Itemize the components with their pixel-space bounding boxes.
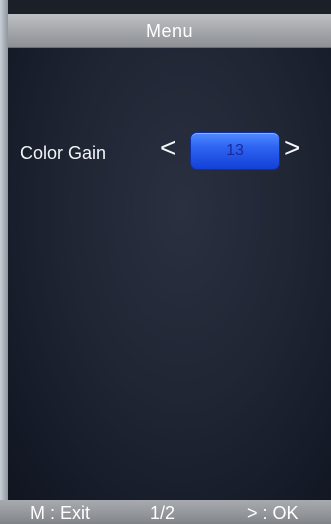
color-gain-setting-row[interactable]: Color Gain < 13 > (20, 130, 320, 174)
menu-header: Menu (8, 14, 331, 48)
color-gain-label: Color Gain (20, 143, 107, 163)
menu-footer: M : Exit 1/2 > : OK (0, 500, 331, 524)
exit-hint[interactable]: M : Exit (30, 503, 90, 524)
page-indicator: 1/2 (150, 503, 176, 523)
device-screen: Menu Color Gain < 13 > M : Exit 1/2 > : … (0, 0, 331, 524)
menu-title: Menu (145, 21, 194, 41)
color-gain-value-box[interactable]: 13 (190, 132, 280, 170)
color-gain-value: 13 (226, 142, 244, 159)
left-arrow-icon[interactable]: < (160, 134, 176, 162)
screen-bezel (0, 0, 8, 524)
top-strip (8, 0, 331, 14)
ok-hint[interactable]: > : OK (247, 503, 299, 524)
right-arrow-icon[interactable]: > (284, 134, 300, 162)
